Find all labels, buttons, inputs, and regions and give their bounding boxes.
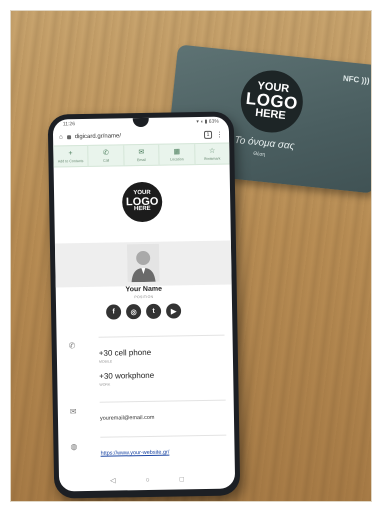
status-icons: ▾ ◖ ▮ 63% xyxy=(196,118,219,126)
action-location[interactable]: ▦ Location xyxy=(159,144,196,165)
mail-icon: ✉ xyxy=(69,407,77,417)
brand-logo: YOUR LOGO HERE xyxy=(121,181,163,223)
android-nav-bar: ◁ ○ □ xyxy=(59,468,235,491)
map-icon: ▦ xyxy=(173,147,181,155)
tab-count-button[interactable]: 1 xyxy=(203,130,213,139)
divider xyxy=(99,399,226,403)
youtube-icon[interactable]: ▶ xyxy=(165,303,182,319)
facebook-icon[interactable]: f xyxy=(105,304,122,320)
bookmark-icon: ☆ xyxy=(208,147,216,155)
phone-number-mobile[interactable]: +30 cell phone xyxy=(99,348,151,358)
phone-label-mobile: MOBILE xyxy=(98,359,113,364)
status-time: 11:26 xyxy=(62,121,76,128)
avatar xyxy=(126,243,160,283)
home-icon[interactable]: ⌂ xyxy=(59,134,63,140)
nfc-label: NFC ))) xyxy=(342,73,370,86)
lock-icon xyxy=(66,135,71,140)
url-text[interactable]: digicard.gr/name/ xyxy=(75,132,200,140)
mail-icon: ✉ xyxy=(138,148,145,156)
action-add-contact[interactable]: + Add to Contacts xyxy=(53,145,89,167)
divider xyxy=(98,334,225,338)
phone-number-work[interactable]: +30 workphone xyxy=(99,371,154,381)
twitter-icon[interactable]: t xyxy=(145,303,162,319)
globe-icon: ◍ xyxy=(70,442,78,452)
phone-icon: ✆ xyxy=(102,149,109,157)
phone-section-icon: ✆ xyxy=(68,341,76,351)
card-name: Το όνομα σας xyxy=(233,134,296,153)
phone-label-work: WORK xyxy=(99,382,111,387)
profile-position: POSITION xyxy=(134,294,154,300)
action-email[interactable]: ✉ Email xyxy=(124,144,160,166)
action-bar: + Add to Contacts ✆ Call ✉ Email ▦ Locat… xyxy=(53,142,230,168)
instagram-icon[interactable]: ◎ xyxy=(125,304,142,320)
action-bookmark[interactable]: ☆ Bookmark xyxy=(195,143,230,164)
photo-frame: YOUR LOGO HERE NFC ))) Το όνομα σας Θέση… xyxy=(10,10,372,502)
smartphone: 11:26 ▾ ◖ ▮ 63% ⌂ digicard.gr/name/ 1 ⋮ … xyxy=(47,111,241,499)
action-call[interactable]: ✆ Call xyxy=(88,145,125,166)
card-logo: YOUR LOGO HERE xyxy=(237,67,306,136)
browser-menu-icon[interactable]: ⋮ xyxy=(216,131,223,139)
card-position: Θέση xyxy=(252,150,266,159)
email-link[interactable]: youremail@email.com xyxy=(100,415,155,422)
back-icon[interactable]: ◁ xyxy=(110,477,116,485)
add-icon: + xyxy=(68,149,73,157)
website-link[interactable]: https://www.your-website.gr/ xyxy=(101,450,170,457)
divider xyxy=(100,434,227,438)
recent-apps-icon[interactable]: □ xyxy=(180,476,184,483)
phone-screen: 11:26 ▾ ◖ ▮ 63% ⌂ digicard.gr/name/ 1 ⋮ … xyxy=(52,116,236,492)
home-button-icon[interactable]: ○ xyxy=(145,476,149,483)
social-links: f ◎ t ▶ xyxy=(105,303,182,320)
